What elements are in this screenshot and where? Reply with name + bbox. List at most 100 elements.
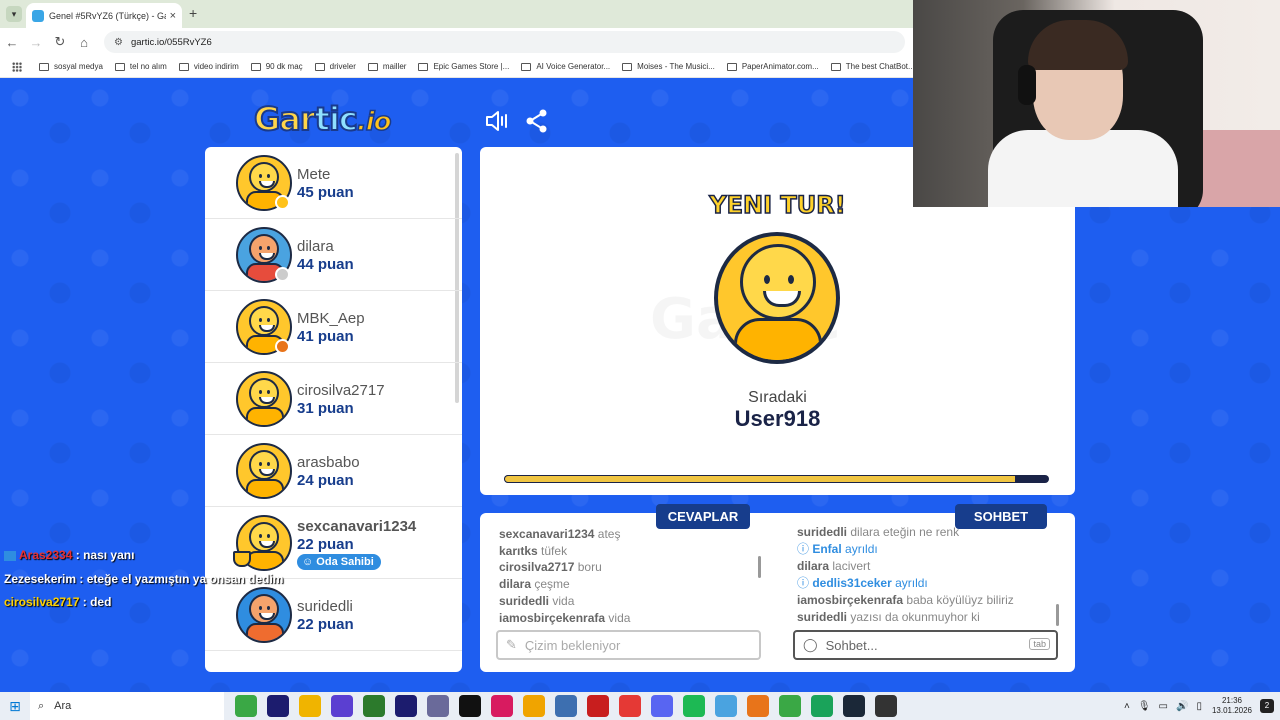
chat-author: iamosbirçekenrafa xyxy=(797,592,904,607)
taskbar-app-icon[interactable] xyxy=(715,695,737,717)
browser-tab[interactable]: Genel #5RvYZ6 (Türkçe) - Gartic × xyxy=(26,3,182,28)
taskbar-app-icon[interactable] xyxy=(875,695,897,717)
taskbar-app-icon[interactable] xyxy=(523,695,545,717)
back-icon[interactable]: ← xyxy=(0,35,24,50)
player-name: dilara xyxy=(297,238,334,255)
taskbar-app-icon[interactable] xyxy=(779,695,801,717)
taskbar-app-icon[interactable] xyxy=(843,695,865,717)
answer-text: vida xyxy=(608,610,631,625)
answers-scrollbar[interactable] xyxy=(758,556,761,578)
stream-chat-user: cirosilva2717 xyxy=(4,595,80,609)
bookmark-item[interactable]: tel no alım xyxy=(114,62,167,71)
volume-icon[interactable]: 🔊 xyxy=(1176,701,1188,712)
user-badge-icon xyxy=(4,550,16,561)
player-score: 22 puan xyxy=(297,536,354,553)
taskbar-app-icon[interactable] xyxy=(619,695,641,717)
answer-item: dilara çeşme xyxy=(499,576,759,593)
chat-placeholder: Sohbet... xyxy=(825,637,878,653)
bookmark-label: PaperAnimator.com... xyxy=(741,62,819,71)
answer-author: karıtks xyxy=(499,543,538,558)
browser-tabbar: ▾ Genel #5RvYZ6 (Türkçe) - Gartic × + xyxy=(0,0,913,28)
next-label: Sıradaki xyxy=(748,389,807,406)
windows-start-icon[interactable]: ⊞ xyxy=(0,698,30,715)
answer-input[interactable]: ✎ Çizim bekleniyor xyxy=(496,630,761,660)
taskbar-app-icon[interactable] xyxy=(555,695,577,717)
bookmark-label: driveler xyxy=(329,62,356,71)
folder-icon xyxy=(314,62,325,71)
taskbar-app-icon[interactable] xyxy=(331,695,353,717)
clock[interactable]: 21:36 13.01.2026 xyxy=(1212,696,1252,716)
bookmark-item[interactable]: video indirim xyxy=(178,62,239,71)
bookmark-item[interactable]: sosyal medya xyxy=(39,62,103,71)
clock-time: 21:36 xyxy=(1221,696,1242,705)
player-row[interactable]: arasbabo 24 puan xyxy=(205,435,462,507)
taskbar-app-icon[interactable] xyxy=(363,695,385,717)
sound-icon[interactable] xyxy=(484,108,510,134)
tab-search-icon[interactable]: ▾ xyxy=(6,6,22,22)
system-tray: ˄ 🎙 ▭ 🔊 ▯ 21:36 13.01.2026 2 xyxy=(1120,692,1274,720)
taskbar-app-icon[interactable] xyxy=(235,695,257,717)
taskbar-app-icon[interactable] xyxy=(651,695,673,717)
site-settings-icon[interactable]: ⚙ xyxy=(114,37,123,48)
bookmark-item[interactable]: Epic Games Store |... xyxy=(418,62,509,71)
player-row[interactable]: Mete 45 puan xyxy=(205,147,462,219)
chat-text: baba köyülüyz biliriz xyxy=(906,592,1014,607)
network-icon[interactable]: ▭ xyxy=(1159,701,1168,712)
forward-icon[interactable]: → xyxy=(24,35,48,50)
round-progress-bar xyxy=(504,475,1049,483)
bookmark-item[interactable]: Moises - The Musici... xyxy=(622,62,715,71)
bookmark-item[interactable]: AI Voice Generator... xyxy=(521,62,610,71)
bookmark-label: Moises - The Musici... xyxy=(637,62,715,71)
bookmark-item[interactable]: mailler xyxy=(367,62,407,71)
apps-icon[interactable] xyxy=(12,61,27,72)
player-avatar xyxy=(236,371,292,427)
room-owner-label: Oda Sahibi xyxy=(316,556,374,568)
bookmark-item[interactable]: PaperAnimator.com... xyxy=(726,62,819,71)
taskbar-app-icon[interactable] xyxy=(683,695,705,717)
taskbar-app-icon[interactable] xyxy=(427,695,449,717)
battery-icon[interactable]: ▯ xyxy=(1196,701,1202,712)
chat-text: ayrıldı xyxy=(845,541,878,556)
taskbar-app-icon[interactable] xyxy=(491,695,513,717)
player-name: arasbabo xyxy=(297,454,360,471)
search-label: Ara xyxy=(54,700,72,712)
chat-input[interactable]: ◯ Sohbet... tab xyxy=(793,630,1058,660)
player-row[interactable]: dilara 44 puan xyxy=(205,219,462,291)
folder-icon xyxy=(367,62,378,71)
home-icon[interactable]: ⌂ xyxy=(72,35,96,50)
gartic-favicon-icon xyxy=(32,9,44,22)
bookmark-label: sosyal medya xyxy=(54,62,103,71)
bookmark-item[interactable]: 90 dk maç xyxy=(250,62,303,71)
player-row[interactable]: MBK_Aep 41 puan xyxy=(205,291,462,363)
chevron-up-icon[interactable]: ˄ xyxy=(1124,701,1130,712)
folder-icon xyxy=(250,62,261,71)
url-field[interactable]: ⚙ gartic.io/055RvYZ6 xyxy=(104,31,905,53)
share-icon[interactable] xyxy=(524,108,550,134)
player-row[interactable]: cirosilva2717 31 puan xyxy=(205,363,462,435)
taskbar-app-icon[interactable] xyxy=(267,695,289,717)
bookmarks-bar: sosyal medya tel no alım video indirim 90 d… xyxy=(0,56,913,78)
notification-badge[interactable]: 2 xyxy=(1260,699,1274,713)
bookmark-label: mailler xyxy=(382,62,407,71)
tab-close-icon[interactable]: × xyxy=(170,10,176,22)
next-user: User918 xyxy=(734,406,821,431)
taskbar-app-icon[interactable] xyxy=(587,695,609,717)
chat-system-message: ⓘ dedlis31ceker ayrıldı xyxy=(797,575,1057,592)
bookmark-item[interactable]: The best ChatBot... xyxy=(830,62,913,71)
player-score: 31 puan xyxy=(297,400,354,417)
taskbar-app-icon[interactable] xyxy=(747,695,769,717)
chat-scrollbar[interactable] xyxy=(1056,604,1059,626)
bookmark-item[interactable]: driveler xyxy=(314,62,356,71)
taskbar-app-icon[interactable] xyxy=(299,695,321,717)
taskbar-search[interactable]: ⌕ Ara xyxy=(30,692,224,720)
windows-taskbar: ⊞ ⌕ Ara ˄ 🎙 ▭ 🔊 ▯ 21:36 13.01.2026 2 xyxy=(0,692,1280,720)
taskbar-app-icon[interactable] xyxy=(395,695,417,717)
reload-icon[interactable]: ↻ xyxy=(48,34,72,50)
stream-chat-text: : nası yanı xyxy=(75,548,135,562)
new-tab-button[interactable]: + xyxy=(189,5,197,21)
taskbar-app-icon[interactable] xyxy=(459,695,481,717)
chat-message: iamosbirçekenrafa baba köyülüyz biliriz xyxy=(797,592,1057,609)
mic-icon[interactable]: 🎙 xyxy=(1138,701,1151,712)
folder-icon xyxy=(114,62,125,71)
taskbar-app-icon[interactable] xyxy=(811,695,833,717)
